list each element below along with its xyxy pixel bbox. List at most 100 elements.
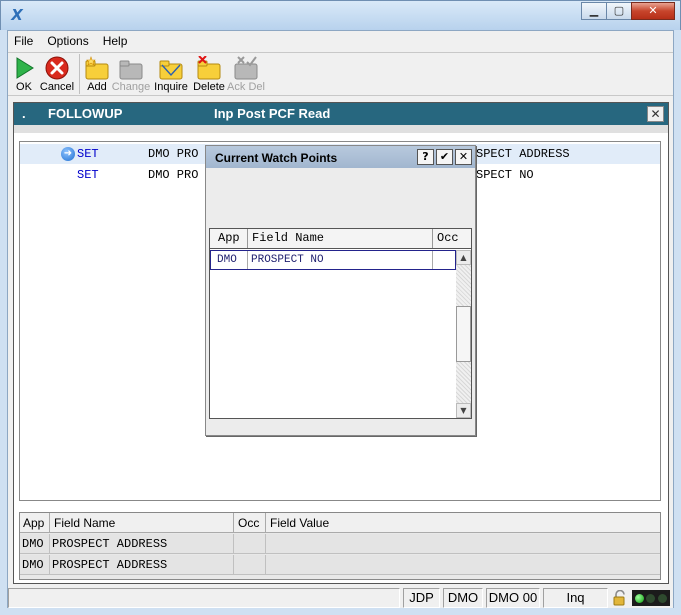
- list-item[interactable]: DMO PROSPECT NO: [210, 250, 456, 270]
- col-occ[interactable]: Occ: [433, 229, 471, 248]
- close-icon: ✕: [650, 107, 661, 121]
- status-app: DMO: [443, 588, 483, 608]
- col-field-name[interactable]: Field Name: [50, 513, 234, 533]
- status-message: [8, 588, 400, 608]
- cell-occ: [234, 555, 266, 575]
- col-occ[interactable]: Occ: [234, 513, 266, 533]
- title-marker: .: [22, 106, 26, 121]
- watch-points-list[interactable]: App Field Name Occ DMO PROSPECT NO ▲ ▼: [209, 228, 472, 419]
- cell-field-name: PROSPECT ADDRESS: [50, 534, 234, 554]
- status-user: JDP: [403, 588, 440, 608]
- caption-buttons: ▁ ▢ ✕: [581, 2, 675, 20]
- checkmark-icon: ✔: [439, 150, 450, 163]
- window-name: FOLLOWUP: [48, 106, 123, 121]
- minimize-icon: ▁: [589, 4, 599, 17]
- menu-options[interactable]: Options: [41, 31, 96, 51]
- add-label: Add: [87, 81, 107, 93]
- followup-titlebar[interactable]: . FOLLOWUP Inp Post PCF Read ✕: [14, 103, 668, 125]
- scroll-down-icon[interactable]: ▼: [456, 403, 471, 418]
- trace-field: SPECT NO: [476, 168, 534, 182]
- cell-field-name: PROSPECT ADDRESS: [50, 555, 234, 575]
- dialog-title: Current Watch Points: [215, 151, 338, 165]
- add-folder-icon: [85, 56, 109, 80]
- grid-header: App Field Name Occ Field Value: [20, 513, 660, 533]
- close-icon: ✕: [648, 4, 658, 17]
- close-window-button[interactable]: ✕: [631, 2, 675, 20]
- dialog-buttons: ? ✔ ✕: [415, 149, 472, 165]
- cell-value[interactable]: [266, 555, 660, 575]
- cell-app: DMO: [20, 534, 50, 554]
- ok-button[interactable]: OK: [10, 53, 38, 95]
- ok-label: OK: [16, 81, 32, 93]
- watch-list-header: App Field Name Occ: [210, 229, 471, 249]
- dialog-titlebar[interactable]: Current Watch Points ? ✔ ✕: [206, 146, 475, 168]
- cell-occ: [234, 534, 266, 554]
- cancel-x-icon: [45, 56, 69, 80]
- vertical-scrollbar[interactable]: ▲ ▼: [456, 250, 471, 418]
- menu-file[interactable]: File: [8, 31, 41, 51]
- change-button[interactable]: Change: [111, 53, 151, 95]
- toolbar-separator: [79, 54, 80, 94]
- scroll-thumb[interactable]: [456, 306, 471, 362]
- window-titlebar[interactable]: X ▁ ▢ ✕: [0, 0, 681, 30]
- help-icon: ?: [422, 150, 429, 163]
- delete-label: Delete: [193, 81, 225, 93]
- title-separator: [14, 125, 668, 133]
- dialog-close-button[interactable]: ✕: [455, 149, 472, 165]
- cancel-button[interactable]: Cancel: [38, 53, 76, 95]
- status-light-icon: [657, 593, 667, 603]
- maximize-icon: ▢: [613, 4, 625, 17]
- watch-points-dialog: Current Watch Points ? ✔ ✕ App Field Nam…: [205, 145, 476, 436]
- ack-del-button[interactable]: Ack Del: [227, 53, 265, 95]
- change-folder-icon: [119, 56, 143, 80]
- menu-bar: File Options Help: [8, 31, 673, 51]
- cell-app: DMO: [211, 251, 248, 269]
- window-subtitle: Inp Post PCF Read: [214, 106, 331, 121]
- col-field-name[interactable]: Field Name: [248, 229, 433, 248]
- col-app[interactable]: App: [210, 229, 248, 248]
- status-mode: Inq: [543, 588, 608, 608]
- status-system: DMO 00: [486, 588, 540, 608]
- close-icon: ✕: [458, 150, 469, 163]
- status-light-icon: [646, 593, 656, 603]
- status-bar: JDP DMO DMO 00 Inq: [8, 587, 673, 608]
- maximize-button[interactable]: ▢: [606, 2, 632, 20]
- inquire-folder-icon: [159, 56, 183, 80]
- table-row[interactable]: DMO PROSPECT ADDRESS: [20, 555, 660, 575]
- table-row[interactable]: DMO PROSPECT ADDRESS: [20, 534, 660, 554]
- toolbar: OK Cancel Add Change Inquire Delete Ack …: [8, 52, 673, 96]
- app-logo-icon: X: [11, 6, 23, 24]
- trace-verb: SET: [77, 168, 99, 182]
- trace-app: DMO PRO: [148, 168, 199, 182]
- inquire-button[interactable]: Inquire: [151, 53, 191, 95]
- inquire-label: Inquire: [154, 81, 188, 93]
- change-label: Change: [111, 81, 151, 93]
- cancel-label: Cancel: [39, 81, 75, 93]
- add-button[interactable]: Add: [83, 53, 111, 95]
- minimize-button[interactable]: ▁: [581, 2, 607, 20]
- dialog-help-button[interactable]: ?: [417, 149, 434, 165]
- scroll-up-icon[interactable]: ▲: [456, 250, 471, 265]
- field-value-grid: App Field Name Occ Field Value DMO PROSP…: [19, 512, 661, 580]
- lock-icon: [612, 589, 628, 606]
- cell-value[interactable]: [266, 534, 660, 554]
- trace-app: DMO PRO: [148, 147, 199, 161]
- delete-folder-icon: [197, 55, 221, 80]
- status-light-icon: [635, 593, 645, 603]
- current-step-arrow-icon: ➜: [61, 147, 75, 161]
- dialog-ok-button[interactable]: ✔: [436, 149, 453, 165]
- cell-occ: [433, 251, 455, 269]
- trace-field: SPECT ADDRESS: [476, 147, 570, 161]
- col-field-value[interactable]: Field Value: [266, 513, 660, 533]
- close-child-button[interactable]: ✕: [647, 106, 664, 122]
- ok-play-icon: [12, 56, 36, 80]
- delete-button[interactable]: Delete: [191, 53, 227, 95]
- col-app[interactable]: App: [20, 513, 50, 533]
- trace-verb: SET: [77, 147, 99, 161]
- status-lights: [632, 590, 670, 606]
- ack-delete-icon: [234, 56, 258, 80]
- ack-del-label: Ack Del: [227, 81, 265, 93]
- menu-help[interactable]: Help: [97, 31, 136, 51]
- cell-app: DMO: [20, 555, 50, 575]
- cell-field-name: PROSPECT NO: [248, 251, 433, 269]
